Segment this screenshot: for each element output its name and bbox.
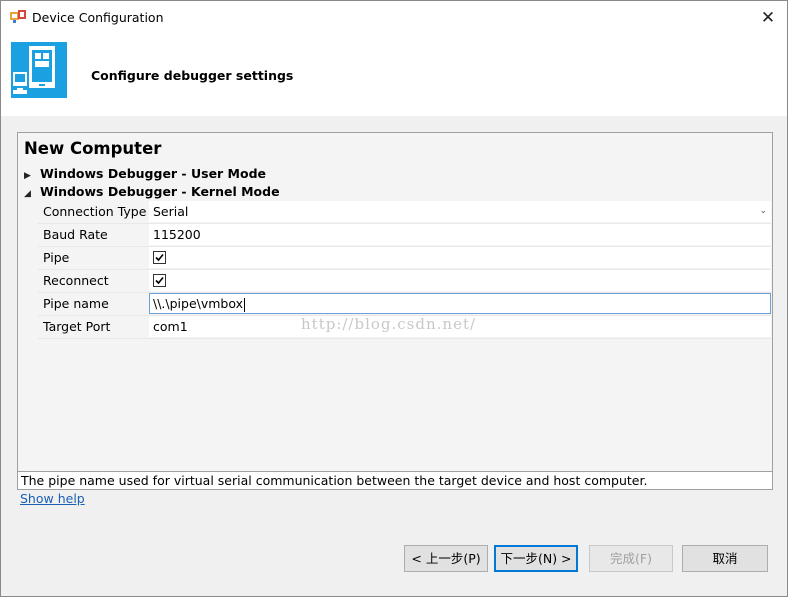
close-icon: ✕ (760, 8, 776, 28)
property-row-pipe: Pipe (38, 247, 771, 270)
reconnect-checkbox[interactable] (153, 274, 166, 287)
property-panel: New Computer ▶ Windows Debugger - User Mo… (17, 132, 773, 490)
cancel-button[interactable]: 取消 (682, 545, 768, 572)
property-label: Reconnect (38, 270, 153, 291)
text-caret (244, 297, 246, 312)
property-label: Target Port (38, 316, 153, 337)
property-row-connection-type: Connection Type Serial ⌄ (38, 201, 771, 224)
pipe-checkbox[interactable] (153, 251, 166, 264)
property-label: Pipe (38, 247, 153, 268)
next-button[interactable]: 下一步(N) > (494, 545, 578, 572)
pipe-name-input[interactable]: \\.\pipe\vmbox (149, 293, 771, 314)
description-box: The pipe name used for virtual serial co… (18, 471, 772, 489)
device-configuration-window: Device Configuration ✕ Configure debugge… (0, 0, 788, 597)
connection-type-select[interactable]: Serial ⌄ (149, 201, 771, 222)
section-title: New Computer (24, 139, 162, 158)
group-label: Windows Debugger - Kernel Mode (40, 184, 280, 199)
property-row-baud-rate: Baud Rate 115200 (38, 224, 771, 247)
pipe-name-value: \\.\pipe\vmbox (153, 296, 244, 311)
property-label: Pipe name (38, 293, 153, 314)
window-title: Device Configuration (32, 10, 164, 25)
property-row-reconnect: Reconnect (38, 270, 771, 293)
pipe-cell (149, 247, 771, 268)
group-label: Windows Debugger - User Mode (40, 166, 267, 181)
property-row-pipe-name: Pipe name \\.\pipe\vmbox (38, 293, 771, 316)
checkmark-icon (155, 253, 164, 262)
app-icon (10, 10, 26, 24)
reconnect-cell (149, 270, 771, 291)
watermark: http://blog.csdn.net/ (301, 315, 477, 333)
back-button[interactable]: < 上一步(P) (404, 545, 488, 572)
close-button[interactable]: ✕ (757, 7, 779, 29)
title-bar: Device Configuration ✕ (1, 1, 787, 34)
connection-type-value: Serial (153, 204, 189, 219)
show-help-link[interactable]: Show help (20, 491, 85, 506)
checkmark-icon (155, 276, 164, 285)
header-title: Configure debugger settings (91, 68, 294, 83)
property-label: Baud Rate (38, 224, 153, 245)
group-kernel-mode[interactable]: ◢ Windows Debugger - Kernel Mode (24, 183, 280, 201)
chevron-down-icon[interactable]: ⌄ (759, 201, 767, 222)
group-user-mode[interactable]: ▶ Windows Debugger - User Mode (24, 165, 266, 183)
finish-button[interactable]: 完成(F) (589, 545, 673, 572)
main-area: New Computer ▶ Windows Debugger - User Mo… (1, 116, 787, 596)
property-label: Connection Type (38, 201, 153, 222)
device-computer-icon (11, 42, 67, 98)
baud-rate-field[interactable]: 115200 (149, 224, 771, 245)
